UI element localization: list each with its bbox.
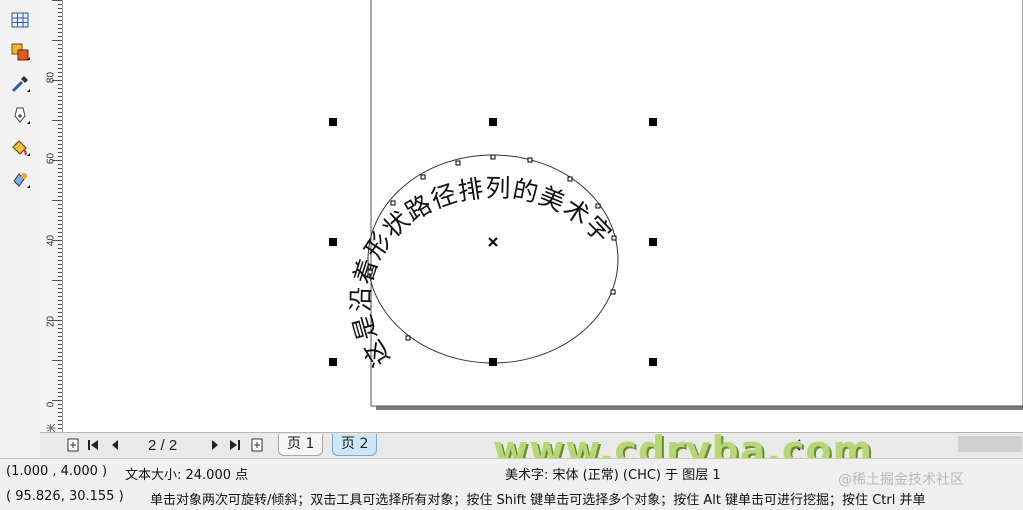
interactive-fill-tool-icon[interactable] xyxy=(6,38,34,66)
tab-page-2[interactable]: 页 2 xyxy=(332,434,378,456)
object-info: 美术字: 宋体 (正常) (CHC) 于 图层 1 xyxy=(505,468,721,483)
ruler-label-60: 60 xyxy=(45,152,57,165)
ruler-label-40: 40 xyxy=(45,234,57,247)
cursor-coords: (1.000 , 4.000 ) xyxy=(6,464,108,479)
ruler-label-0: 0 xyxy=(45,401,57,408)
canvas-drawing: 这是沿着形状路径排列的美术字 xyxy=(329,0,1023,410)
page-count: 2 / 2 xyxy=(148,437,178,454)
ruler-label-80: 80 xyxy=(45,71,57,84)
text-size-info: 文本大小: 24.000 点 xyxy=(125,468,249,483)
status-bar: (1.000 , 4.000 ) 文本大小: 24.000 点 美术字: 宋体 … xyxy=(0,458,1023,510)
outline-pen-tool-icon[interactable] xyxy=(6,102,34,130)
next-page-icon[interactable] xyxy=(208,437,222,453)
toolbox xyxy=(0,0,41,458)
eyedropper-tool-icon[interactable] xyxy=(6,70,34,98)
status-hint: 单击对象两次可旋转/倾斜；双击工具可选择所有对象；按住 Shift 键单击可选择… xyxy=(150,493,926,508)
ruler-label-20: 20 xyxy=(45,315,57,328)
interactive-fill-tool-2-icon[interactable] xyxy=(6,166,34,194)
last-page-icon[interactable] xyxy=(228,437,242,453)
position-coords: ( 95.826, 30.155 ) xyxy=(6,489,124,504)
drawing-canvas[interactable]: 这是沿着形状路径排列的美术字 xyxy=(63,0,1023,432)
previous-page-icon[interactable] xyxy=(108,437,122,453)
add-page-after-icon[interactable] xyxy=(250,437,264,453)
tab-page-1[interactable]: 页 1 xyxy=(278,434,324,456)
watermark-juejin: @稀土掘金技术社区 xyxy=(838,472,964,488)
add-page-before-icon[interactable] xyxy=(66,437,80,453)
ruler-ticks xyxy=(52,0,62,429)
fill-bucket-tool-icon[interactable] xyxy=(6,134,34,162)
horizontal-scrollbar-thumb[interactable] xyxy=(958,436,1022,452)
vertical-ruler[interactable]: 80 60 40 20 0 毫米 xyxy=(40,0,63,442)
first-page-icon[interactable] xyxy=(86,437,100,453)
table-tool-icon[interactable] xyxy=(6,6,34,34)
